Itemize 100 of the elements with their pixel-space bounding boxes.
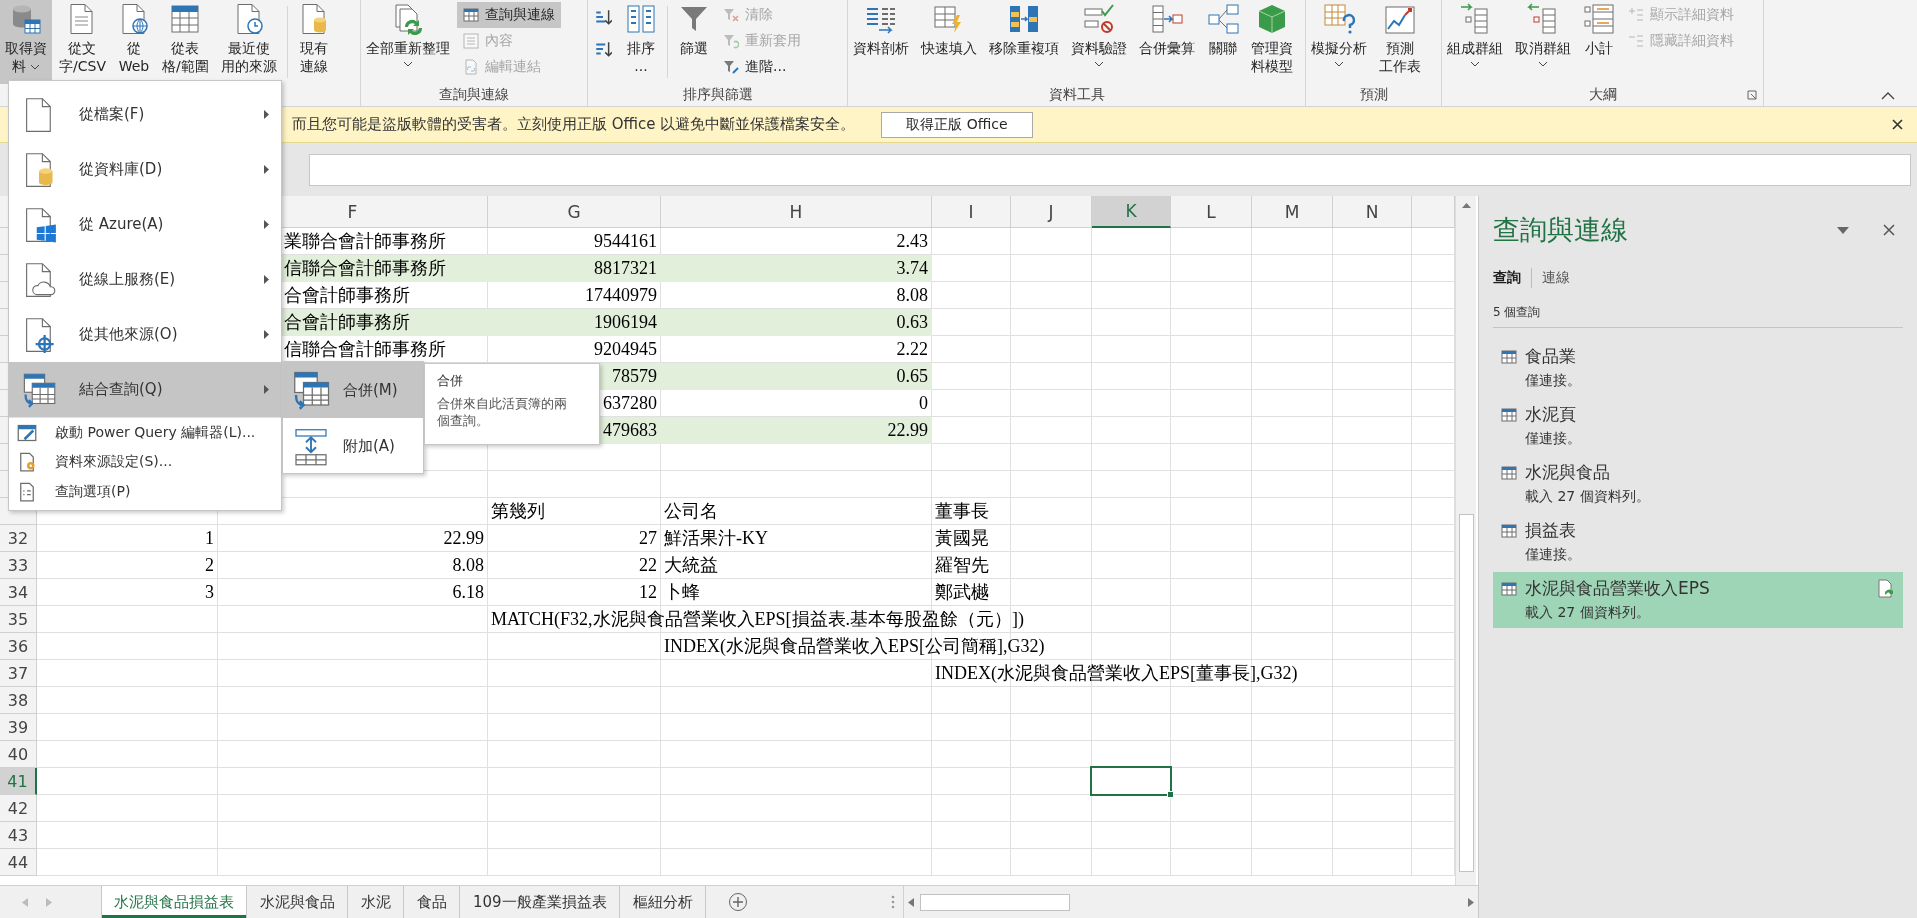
table-icon (1501, 406, 1517, 423)
scroll-up-icon[interactable] (1461, 202, 1471, 208)
sort-descending-icon[interactable] (594, 40, 612, 58)
column-header[interactable]: L (1171, 196, 1252, 228)
table-cell-text: 鮮活果汁-KY (664, 527, 768, 550)
what-if-icon (1323, 3, 1355, 35)
column-header[interactable]: M (1252, 196, 1333, 228)
query-status: 載入 27 個資料列。 (1525, 604, 1651, 622)
menu-item[interactable]: 查詢選項(P) (9, 477, 281, 507)
column-header[interactable]: G (488, 196, 661, 228)
row-header[interactable]: 36 (0, 633, 37, 660)
collapse-ribbon-icon[interactable] (1881, 92, 1895, 100)
close-icon[interactable] (1892, 119, 1903, 130)
menu-item[interactable]: 從資料庫(D) (9, 142, 281, 197)
column-header[interactable]: H (661, 196, 932, 228)
data-model-icon (1256, 3, 1288, 35)
ribbon-button[interactable]: 組成群組 (1442, 0, 1508, 85)
more-icon[interactable] (891, 895, 895, 909)
row-header[interactable]: 33 (0, 552, 37, 579)
query-count: 5 個查詢 (1493, 304, 1903, 328)
add-sheet-icon[interactable] (727, 892, 748, 912)
sheet-tab[interactable]: 樞紐分析 (619, 886, 706, 918)
sheet-tab[interactable]: 109一般產業損益表 (460, 886, 620, 918)
query-item[interactable]: 水泥與食品營業收入EPS 載入 27 個資料列。 (1493, 572, 1903, 628)
ribbon-button[interactable]: 快速填入 (916, 0, 982, 85)
column-header[interactable]: K (1092, 196, 1171, 228)
row-header[interactable]: 38 (0, 687, 37, 714)
menu-item[interactable]: 啟動 Power Query 編輯器(L)... (9, 417, 281, 447)
dropdown-icon[interactable] (1837, 226, 1849, 234)
sheet-tab[interactable]: 水泥與食品損益表 (101, 886, 247, 918)
ribbon-button[interactable]: 篩選 (673, 0, 715, 85)
menu-item[interactable]: 資料來源設定(S)... (9, 447, 281, 477)
table-cell: 637280 (603, 392, 657, 414)
cell-cursor[interactable] (1090, 766, 1172, 796)
column-header[interactable]: I (932, 196, 1011, 228)
query-name[interactable]: 食品業 (1525, 345, 1895, 368)
ribbon-button[interactable]: 移除重複項 (984, 0, 1064, 85)
row-header[interactable]: 42 (0, 795, 37, 822)
combine-tables-icon (21, 371, 57, 408)
ribbon-button[interactable]: 管理資 料模型 (1246, 0, 1298, 85)
query-name[interactable]: 損益表 (1525, 519, 1895, 542)
menu-item[interactable]: 結合查詢(Q) (9, 362, 281, 417)
editor-icon (17, 422, 37, 443)
table-cell-text: 業聯合會計師事務所 (284, 230, 446, 253)
menu-item[interactable]: 合併(M) (283, 362, 423, 418)
row-header[interactable]: 39 (0, 714, 37, 741)
menu-item[interactable]: 從檔案(F) (9, 87, 281, 142)
query-name[interactable]: 水泥與食品營業收入EPS (1525, 577, 1877, 600)
ribbon-button[interactable]: 資料驗證 (1066, 0, 1132, 85)
scrollbar-thumb[interactable] (920, 893, 1070, 911)
scroll-right-icon[interactable] (1468, 897, 1474, 907)
ribbon-button[interactable]: 預測 工作表 (1374, 0, 1426, 85)
ribbon-button[interactable]: 取得資 料 (0, 0, 52, 85)
ribbon-button[interactable]: 進階... (717, 54, 807, 80)
ribbon-button[interactable]: 取消群組 (1510, 0, 1576, 85)
menu-item[interactable]: 從其他來源(O) (9, 307, 281, 362)
dialog-launcher-icon[interactable] (1747, 90, 1757, 101)
forecast-chart-icon (1384, 3, 1416, 35)
menu-item[interactable]: 附加(A) (283, 418, 423, 474)
ribbon-button[interactable]: 關聯 (1202, 0, 1244, 85)
table-cell: 17440979 (585, 284, 657, 306)
panel-tab[interactable]: 連線 (1542, 269, 1580, 287)
column-header[interactable]: J (1011, 196, 1092, 228)
row-header[interactable]: 41 (0, 768, 37, 795)
table-cell: 6.18 (452, 581, 484, 603)
formula-field[interactable] (309, 154, 1911, 186)
row-header[interactable]: 37 (0, 660, 37, 687)
ribbon-button[interactable]: 從文 字/CSV (54, 0, 111, 85)
row-header[interactable]: 43 (0, 822, 37, 849)
row-header[interactable]: 40 (0, 741, 37, 768)
ribbon-button[interactable]: 資料剖析 (848, 0, 914, 85)
column-header[interactable]: N (1333, 196, 1412, 228)
ribbon-button[interactable]: 模擬分析 (1306, 0, 1372, 85)
close-icon[interactable] (1883, 224, 1895, 236)
scrollbar-thumb[interactable] (1458, 514, 1474, 872)
row-header[interactable]: 34 (0, 579, 37, 606)
panel-tab[interactable]: 查詢 (1493, 269, 1531, 287)
row-header[interactable]: 35 (0, 606, 37, 633)
table-cell: 3 (205, 581, 214, 603)
sheet-tab[interactable]: 水泥與食品 (247, 886, 348, 918)
ribbon-button[interactable]: 全部重新整理 (361, 0, 455, 85)
ribbon-button[interactable]: 小計 (1578, 0, 1620, 85)
query-name[interactable]: 水泥頁 (1525, 403, 1895, 426)
row-header[interactable]: 32 (0, 525, 37, 552)
tooltip-title: 合併 (437, 372, 464, 390)
sheet-tab[interactable]: 食品 (404, 886, 460, 918)
sheet-tab[interactable]: 水泥 (348, 886, 404, 918)
refresh-document-icon[interactable] (1877, 578, 1895, 599)
subtotal-icon (1583, 3, 1615, 35)
scroll-left-icon[interactable] (908, 897, 914, 907)
ribbon-button[interactable]: 查詢與連線 (457, 2, 561, 28)
query-name[interactable]: 水泥與食品 (1525, 461, 1895, 484)
row-header[interactable]: 44 (0, 849, 37, 876)
sort-ascending-icon[interactable] (594, 8, 612, 26)
menu-item[interactable]: 從線上服務(E) (9, 252, 281, 307)
genuine-office-button[interactable]: 取得正版 Office (881, 111, 1033, 138)
ribbon-button[interactable]: 合併彙算 (1134, 0, 1200, 85)
table-cell: 22 (639, 554, 657, 576)
ribbon-button[interactable]: 現有 連線 (292, 0, 335, 85)
ribbon-button[interactable]: 排序 ... (620, 0, 662, 85)
